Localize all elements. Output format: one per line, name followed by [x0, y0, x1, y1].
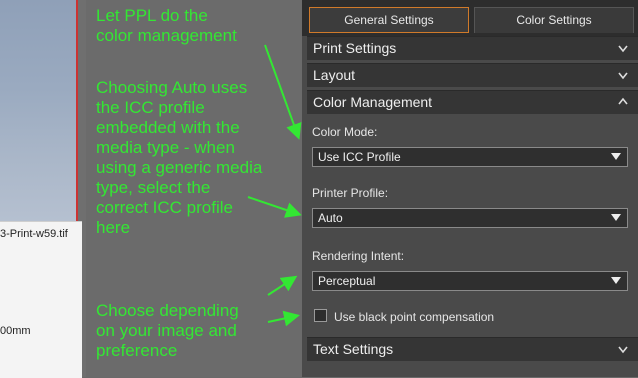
- chevron-down-icon: [618, 346, 628, 354]
- printer-profile-select[interactable]: Auto: [312, 208, 628, 228]
- arrow-to-printer-profile: [247, 196, 302, 218]
- chevron-up-icon: [618, 97, 628, 105]
- black-point-label: Use black point compensation: [334, 310, 495, 324]
- arrow-to-color-mode: [264, 44, 302, 140]
- tab-color-settings[interactable]: Color Settings: [474, 7, 634, 33]
- tab-bar: General Settings Color Settings: [302, 0, 638, 36]
- black-point-checkbox[interactable]: [314, 309, 327, 322]
- dropdown-arrow-icon: [611, 153, 621, 160]
- rendering-intent-label: Rendering Intent:: [312, 249, 405, 263]
- printer-profile-label: Printer Profile:: [312, 186, 389, 200]
- dropdown-arrow-icon: [611, 214, 621, 221]
- arrow-to-black-point: [267, 310, 300, 327]
- section-color-management[interactable]: Color Management: [307, 90, 638, 114]
- chevron-down-icon: [618, 72, 628, 80]
- rendering-intent-select[interactable]: Perceptual: [312, 271, 628, 291]
- rendering-intent-value: Perceptual: [318, 274, 376, 288]
- section-layout[interactable]: Layout: [307, 63, 638, 87]
- section-title: Text Settings: [313, 341, 394, 357]
- color-mode-value: Use ICC Profile: [318, 150, 401, 164]
- arrow-to-rendering-intent: [267, 275, 298, 296]
- settings-panel: General Settings Color Settings Print Se…: [302, 0, 638, 377]
- tab-general-settings[interactable]: General Settings: [309, 7, 469, 33]
- dropdown-arrow-icon: [611, 277, 621, 284]
- printer-profile-value: Auto: [318, 211, 343, 225]
- section-title: Print Settings: [313, 40, 397, 56]
- chevron-down-icon: [618, 45, 628, 53]
- section-print-settings[interactable]: Print Settings: [307, 36, 638, 60]
- section-title: Layout: [313, 67, 356, 83]
- section-title: Color Management: [313, 94, 433, 110]
- color-mode-label: Color Mode:: [312, 125, 378, 139]
- color-mode-select[interactable]: Use ICC Profile: [312, 147, 628, 167]
- section-text-settings[interactable]: Text Settings: [307, 337, 638, 361]
